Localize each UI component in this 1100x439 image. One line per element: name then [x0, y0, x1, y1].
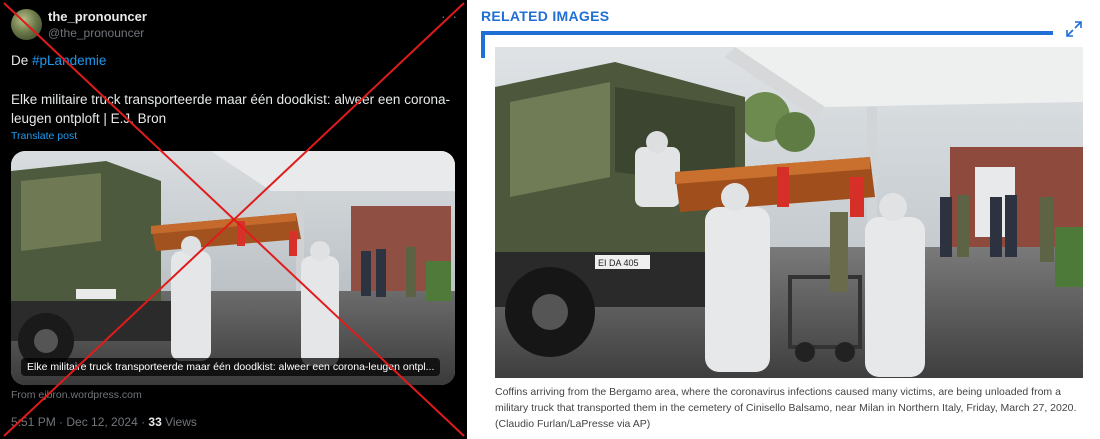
views-label: Views: [161, 415, 197, 429]
link-source[interactable]: From ejbron.wordpress.com: [11, 389, 142, 401]
social-post: the_pronouncer @the_pronouncer ··· De #p…: [0, 0, 467, 439]
link-card-title: Elke militaire truck transporteerde maar…: [21, 358, 441, 376]
related-images-heading: RELATED IMAGES: [481, 8, 610, 24]
views-count: 33: [148, 415, 162, 429]
post-intro-line: De #pLandemie: [11, 53, 106, 68]
license-plate-text: EI DA 405: [598, 258, 639, 268]
link-card[interactable]: Elke militaire truck transporteerde maar…: [11, 151, 455, 385]
related-photo-caption: Coffins arriving from the Bergamo area, …: [495, 386, 1077, 430]
display-name[interactable]: the_pronouncer: [48, 9, 147, 24]
expand-icon[interactable]: [1064, 19, 1084, 39]
related-photo-image: EI DA 405: [495, 47, 1083, 378]
post-meta: 5:51 PM · Dec 12, 2024 · 33 Views: [11, 415, 197, 429]
post-text: Elke militaire truck transporteerde maar…: [11, 92, 450, 126]
accent-bar-vertical: [481, 31, 485, 58]
avatar[interactable]: [11, 9, 42, 40]
user-handle[interactable]: @the_pronouncer: [48, 26, 144, 40]
link-card-image: [11, 151, 455, 385]
translate-post-link[interactable]: Translate post: [11, 130, 77, 142]
more-options-icon[interactable]: ···: [441, 8, 458, 24]
post-intro-text: De: [11, 53, 29, 68]
post-timestamp[interactable]: 5:51 PM · Dec 12, 2024 ·: [11, 415, 148, 429]
hashtag-link[interactable]: #pLandemie: [32, 53, 106, 68]
accent-bar: [481, 31, 1053, 35]
related-photo[interactable]: EI DA 405: [495, 47, 1083, 378]
